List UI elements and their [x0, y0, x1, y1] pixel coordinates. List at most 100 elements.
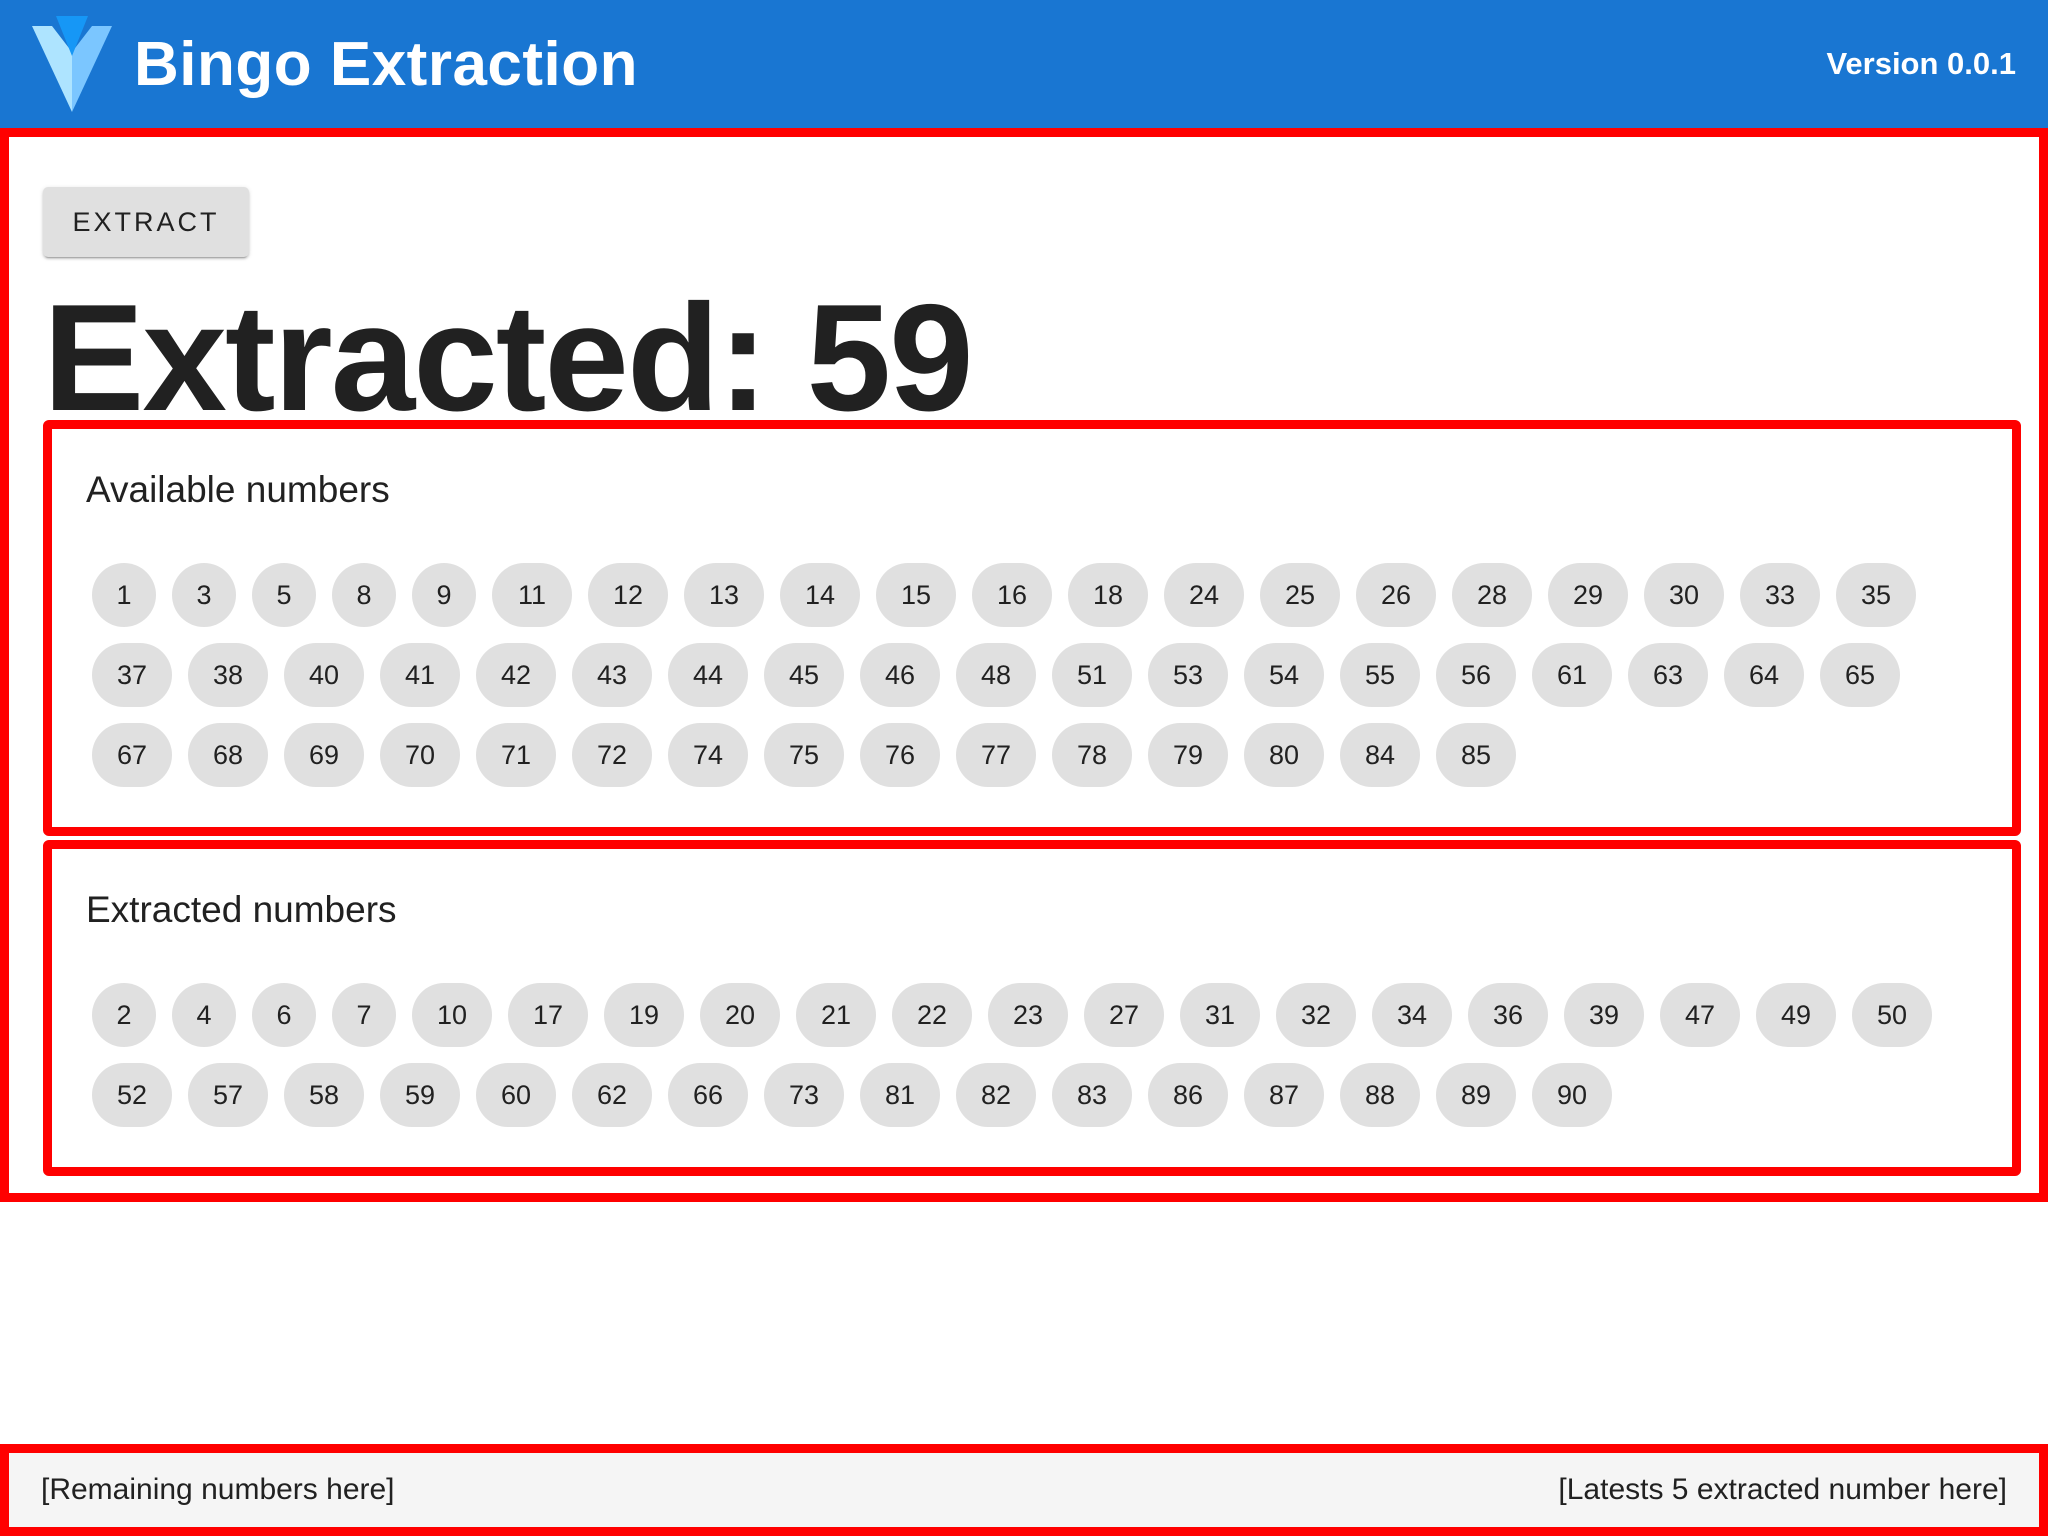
- available-number-chip: 43: [572, 643, 652, 707]
- available-number-chip: 11: [492, 563, 572, 627]
- extracted-numbers-title: Extracted numbers: [86, 889, 397, 930]
- available-number-chip: 33: [1740, 563, 1820, 627]
- available-number-chip: 30: [1644, 563, 1724, 627]
- available-number-chip: 3: [172, 563, 236, 627]
- extracted-number-chip: 39: [1564, 983, 1644, 1047]
- extracted-number-chip: 66: [668, 1063, 748, 1127]
- extracted-number-chip: 10: [412, 983, 492, 1047]
- extracted-numbers-list: 2 4 6 7 10 17 19 20 21 22 23 27 31 32 34 36 39 47 49 50 52 57…: [92, 983, 1972, 1127]
- footer: [Remaining numbers here] [Latests 5 extr…: [0, 1444, 2048, 1536]
- available-number-chip: 69: [284, 723, 364, 787]
- extracted-number-chip: 47: [1660, 983, 1740, 1047]
- available-number-chip: 18: [1068, 563, 1148, 627]
- extracted-prefix: Extracted:: [43, 273, 807, 443]
- extracted-number-chip: 89: [1436, 1063, 1516, 1127]
- available-number-chip: 25: [1260, 563, 1340, 627]
- extracted-number-chip: 52: [92, 1063, 172, 1127]
- available-number-chip: 37: [92, 643, 172, 707]
- available-number-chip: 56: [1436, 643, 1516, 707]
- available-number-chip: 1: [92, 563, 156, 627]
- available-numbers-card: Available numbers 1 3 5 8 9 11 12 13 14 15 16 18 24 2…: [43, 420, 2021, 836]
- available-number-chip: 38: [188, 643, 268, 707]
- available-number-chip: 35: [1836, 563, 1916, 627]
- extracted-number-chip: 58: [284, 1063, 364, 1127]
- available-number-chip: 61: [1532, 643, 1612, 707]
- available-number-chip: 53: [1148, 643, 1228, 707]
- extracted-number-chip: 50: [1852, 983, 1932, 1047]
- available-number-chip: 85: [1436, 723, 1516, 787]
- extracted-number-chip: 60: [476, 1063, 556, 1127]
- extracted-number-chip: 73: [764, 1063, 844, 1127]
- available-numbers-title: Available numbers: [86, 469, 390, 510]
- available-number-chip: 40: [284, 643, 364, 707]
- available-number-chip: 16: [972, 563, 1052, 627]
- extracted-numbers-card: Extracted numbers 2 4 6 7 10 17 19 20 21 22 23 27 31…: [43, 840, 2021, 1176]
- extracted-number-chip: 82: [956, 1063, 1036, 1127]
- available-number-chip: 15: [876, 563, 956, 627]
- extract-button[interactable]: EXTRACT: [43, 187, 249, 257]
- extracted-number-chip: 2: [92, 983, 156, 1047]
- app-bar: Bingo Extraction Version 0.0.1: [0, 0, 2048, 128]
- extracted-number-chip: 88: [1340, 1063, 1420, 1127]
- available-number-chip: 9: [412, 563, 476, 627]
- extracted-number-chip: 62: [572, 1063, 652, 1127]
- available-number-chip: 13: [684, 563, 764, 627]
- version-label: Version 0.0.1: [1826, 46, 2016, 81]
- available-number-chip: 48: [956, 643, 1036, 707]
- available-number-chip: 78: [1052, 723, 1132, 787]
- extracted-number-chip: 19: [604, 983, 684, 1047]
- main-content: EXTRACT Extracted: 59 Available numbers …: [0, 128, 2048, 1202]
- available-number-chip: 72: [572, 723, 652, 787]
- extracted-number-chip: 31: [1180, 983, 1260, 1047]
- available-number-chip: 55: [1340, 643, 1420, 707]
- remaining-numbers-text: [Remaining numbers here]: [41, 1473, 395, 1506]
- app-title: Bingo Extraction: [134, 29, 639, 99]
- extracted-number-chip: 36: [1468, 983, 1548, 1047]
- extracted-number-chip: 22: [892, 983, 972, 1047]
- extracted-number-chip: 7: [332, 983, 396, 1047]
- extracted-number-chip: 23: [988, 983, 1068, 1047]
- available-number-chip: 26: [1356, 563, 1436, 627]
- extracted-value: 59: [806, 273, 974, 443]
- extracted-number-chip: 90: [1532, 1063, 1612, 1127]
- available-number-chip: 65: [1820, 643, 1900, 707]
- extracted-number-chip: 57: [188, 1063, 268, 1127]
- available-number-chip: 80: [1244, 723, 1324, 787]
- extracted-number-chip: 17: [508, 983, 588, 1047]
- extracted-number-chip: 4: [172, 983, 236, 1047]
- extracted-number-chip: 59: [380, 1063, 460, 1127]
- vuetify-logo-icon: [32, 16, 112, 112]
- extracted-number-chip: 83: [1052, 1063, 1132, 1127]
- available-number-chip: 70: [380, 723, 460, 787]
- available-number-chip: 71: [476, 723, 556, 787]
- latest-extracted-text: [Latests 5 extracted number here]: [1558, 1473, 2007, 1506]
- available-number-chip: 67: [92, 723, 172, 787]
- available-numbers-list: 1 3 5 8 9 11 12 13 14 15 16 18 24 25 26 28 29 30 33 35 37 38 4…: [92, 563, 1972, 787]
- available-number-chip: 54: [1244, 643, 1324, 707]
- available-number-chip: 74: [668, 723, 748, 787]
- extracted-number-chip: 87: [1244, 1063, 1324, 1127]
- available-number-chip: 45: [764, 643, 844, 707]
- available-number-chip: 24: [1164, 563, 1244, 627]
- available-number-chip: 76: [860, 723, 940, 787]
- available-number-chip: 84: [1340, 723, 1420, 787]
- available-number-chip: 29: [1548, 563, 1628, 627]
- available-number-chip: 68: [188, 723, 268, 787]
- extracted-number-chip: 32: [1276, 983, 1356, 1047]
- extracted-number-chip: 34: [1372, 983, 1452, 1047]
- available-number-chip: 14: [780, 563, 860, 627]
- available-number-chip: 51: [1052, 643, 1132, 707]
- available-number-chip: 64: [1724, 643, 1804, 707]
- extracted-number-chip: 81: [860, 1063, 940, 1127]
- available-number-chip: 79: [1148, 723, 1228, 787]
- available-number-chip: 41: [380, 643, 460, 707]
- extracted-number-chip: 21: [796, 983, 876, 1047]
- available-number-chip: 42: [476, 643, 556, 707]
- extracted-number-chip: 86: [1148, 1063, 1228, 1127]
- available-number-chip: 28: [1452, 563, 1532, 627]
- available-number-chip: 12: [588, 563, 668, 627]
- available-number-chip: 46: [860, 643, 940, 707]
- extracted-number-chip: 6: [252, 983, 316, 1047]
- available-number-chip: 8: [332, 563, 396, 627]
- available-number-chip: 44: [668, 643, 748, 707]
